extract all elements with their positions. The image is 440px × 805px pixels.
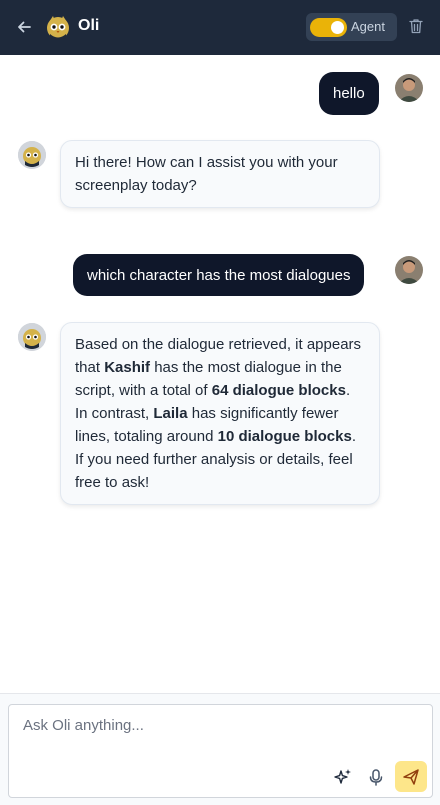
- user-avatar: [395, 74, 423, 102]
- agent-toggle-label: Agent: [351, 19, 385, 34]
- toggle-knob: [331, 21, 344, 34]
- back-arrow-icon[interactable]: [14, 17, 34, 37]
- assistant-message-bubble: Hi there! How can I assist you with your…: [60, 140, 380, 208]
- sparkle-icon[interactable]: [333, 767, 353, 787]
- bold-character-name: Kashif: [104, 359, 151, 376]
- oli-logo-icon: [46, 14, 70, 40]
- microphone-icon[interactable]: [366, 767, 386, 787]
- message-text: Based on the dialogue retrieved, it appe…: [75, 336, 361, 491]
- message-text: Hi there! How can I assist you with your…: [75, 154, 338, 194]
- trash-icon[interactable]: [409, 18, 425, 36]
- send-icon: [403, 768, 419, 785]
- bold-character-name: Laila: [153, 405, 188, 422]
- message-text: which character has the most dialogues: [87, 267, 351, 284]
- user-avatar: [395, 256, 423, 284]
- message-input[interactable]: [9, 705, 432, 765]
- bold-dialogue-count: 10 dialogue blocks: [217, 428, 352, 445]
- chat-thread[interactable]: hello Hi there! How can I assist you wit…: [0, 55, 440, 693]
- message-text: hello: [333, 85, 365, 102]
- user-message-bubble: which character has the most dialogues: [73, 254, 365, 296]
- agent-mode-toggle[interactable]: Agent: [306, 13, 397, 41]
- page-title: Oli: [78, 17, 100, 34]
- message-input-box[interactable]: [8, 704, 433, 798]
- assistant-message-bubble: Based on the dialogue retrieved, it appe…: [60, 322, 380, 505]
- toggle-switch[interactable]: [310, 18, 347, 37]
- send-button[interactable]: [395, 761, 427, 792]
- user-message-bubble: hello: [319, 72, 379, 115]
- oli-avatar: [18, 141, 46, 169]
- app-header: Oli Agent: [0, 0, 440, 55]
- bold-dialogue-count: 64 dialogue blocks: [211, 382, 346, 399]
- composer: [0, 693, 440, 805]
- oli-avatar: [18, 323, 46, 351]
